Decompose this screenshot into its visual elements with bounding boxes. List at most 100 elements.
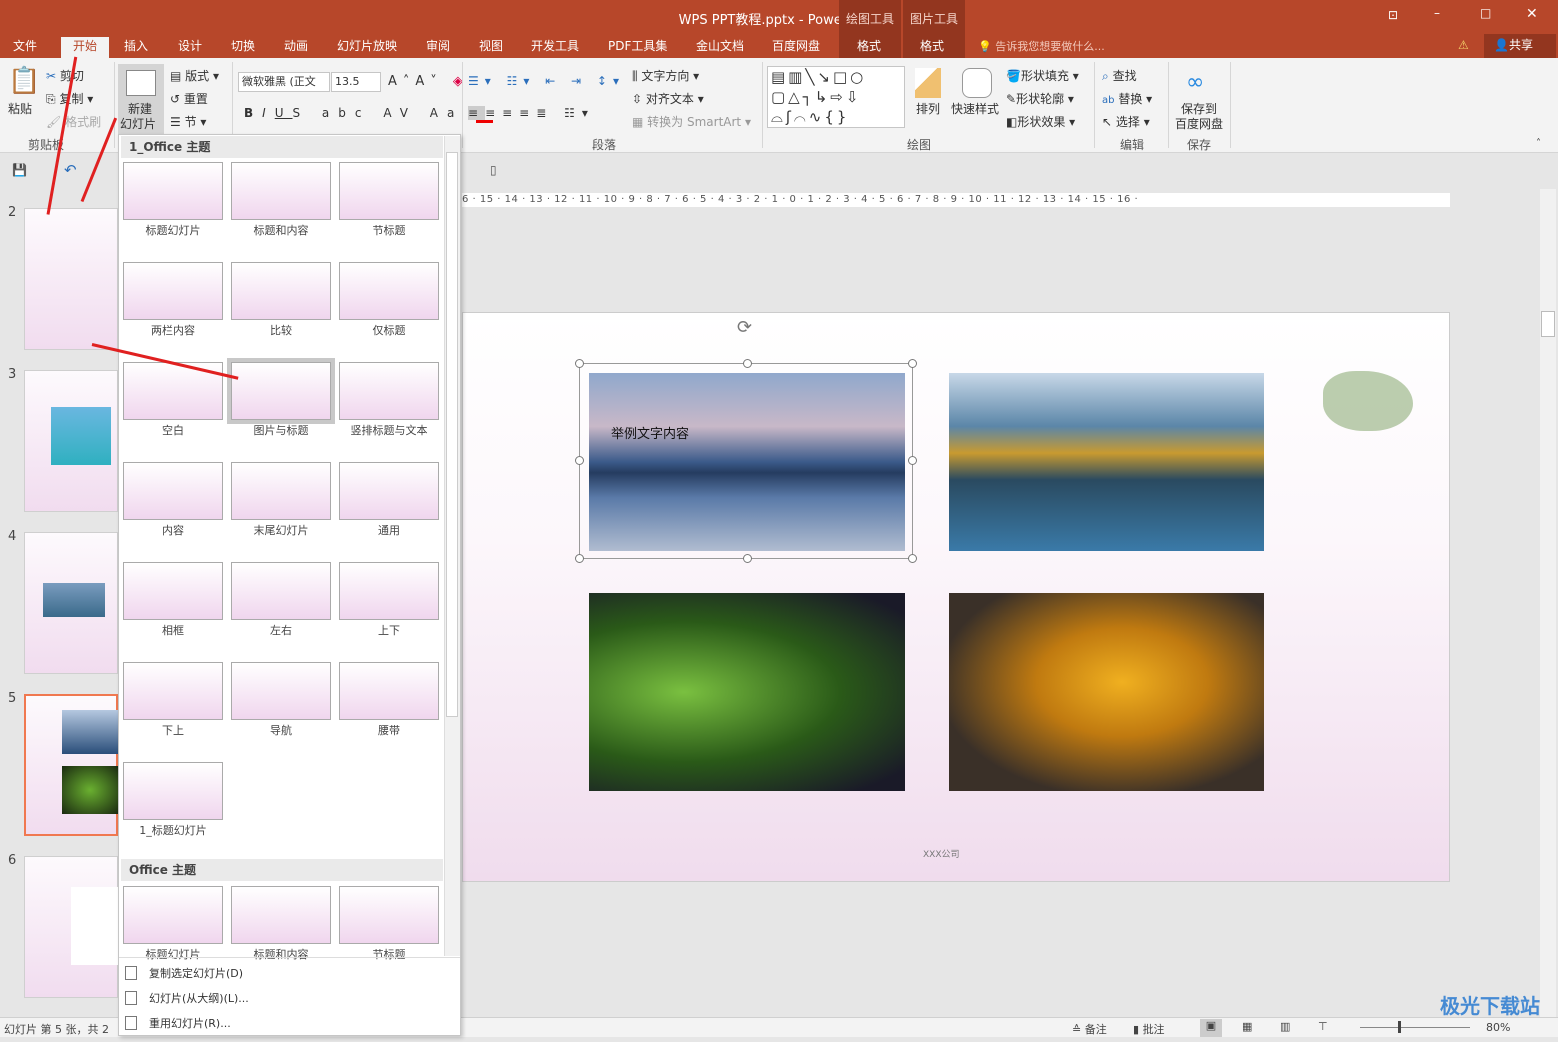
tab-home[interactable]: 开始: [61, 37, 109, 58]
zoom-slider[interactable]: [1360, 1021, 1470, 1033]
list-buttons[interactable]: ☰▾ ☷▾ ⇤ ⇥ ↕▾: [468, 74, 625, 88]
layout-thumbnail[interactable]: [123, 462, 223, 520]
layout-thumbnail[interactable]: [123, 162, 223, 220]
resize-handle[interactable]: [908, 554, 917, 563]
layout-thumbnail[interactable]: [123, 562, 223, 620]
slide-icon[interactable]: ▯: [490, 163, 497, 177]
layout-thumbnail[interactable]: [339, 362, 439, 420]
menu-reuse-slides[interactable]: 重用幻灯片(R)...: [149, 1015, 231, 1031]
ribbon-display-icon[interactable]: ⊡: [1388, 8, 1398, 22]
layout-thumbnail[interactable]: [231, 262, 331, 320]
gallery-scrollbar[interactable]: [444, 136, 460, 956]
resize-handle[interactable]: [575, 456, 584, 465]
tab-developer[interactable]: 开发工具: [523, 37, 587, 58]
reset-button[interactable]: ↺ 重置: [170, 90, 208, 107]
resize-handle[interactable]: [908, 456, 917, 465]
slide-thumbnail[interactable]: [24, 208, 118, 350]
photo-green-leaves[interactable]: [589, 593, 905, 791]
paste-icon[interactable]: 📋: [8, 66, 40, 96]
layout-thumbnail[interactable]: [123, 262, 223, 320]
menu-duplicate-slide[interactable]: 复制选定幻灯片(D): [149, 965, 243, 981]
photo-maple-leaf[interactable]: [949, 593, 1264, 791]
text-direction-button[interactable]: ⫼ 文字方向 ▾: [632, 67, 699, 84]
layout-thumbnail[interactable]: [339, 262, 439, 320]
scroll-thumb[interactable]: [446, 152, 458, 717]
photo-lake-forest[interactable]: [949, 373, 1264, 551]
layout-thumbnail[interactable]: [339, 886, 439, 944]
tab-transitions[interactable]: 切换: [223, 37, 263, 58]
zoom-slider-thumb[interactable]: [1398, 1021, 1401, 1033]
layout-thumbnail[interactable]: [339, 462, 439, 520]
resize-handle[interactable]: [575, 359, 584, 368]
minimize-icon[interactable]: –: [1434, 6, 1440, 20]
layout-thumbnail[interactable]: [123, 662, 223, 720]
layout-thumbnail[interactable]: [231, 662, 331, 720]
slide-thumbnail[interactable]: [24, 370, 118, 512]
section-button[interactable]: ☰ 节 ▾: [170, 113, 206, 130]
reading-view-icon[interactable]: ▥: [1280, 1020, 1290, 1033]
rotate-handle-icon[interactable]: ⟳: [737, 317, 752, 338]
font-size-select[interactable]: 13.5: [331, 72, 381, 92]
layout-thumbnail[interactable]: [123, 762, 223, 820]
align-text-button[interactable]: ⇳ 对齐文本 ▾: [632, 90, 704, 107]
align-buttons[interactable]: ≡≡≡≡≣ ☷▾: [468, 106, 595, 120]
menu-slides-from-outline[interactable]: 幻灯片(从大纲)(L)...: [149, 990, 249, 1006]
layout-button[interactable]: ▤ 版式 ▾: [170, 67, 219, 84]
slideshow-icon[interactable]: ⊤: [1318, 1020, 1328, 1033]
format-painter-button[interactable]: 🖌 格式刷: [46, 113, 101, 130]
paste-button[interactable]: 粘贴: [8, 100, 32, 117]
resize-handle[interactable]: [908, 359, 917, 368]
layout-thumbnail[interactable]: [231, 562, 331, 620]
tab-animations[interactable]: 动画: [276, 37, 316, 58]
layout-thumbnail[interactable]: [231, 462, 331, 520]
shapes-gallery[interactable]: ▤▥╲↘□○ ▢△┐↳⇨⇩ ⌓ʃ⌒∿{}: [767, 66, 905, 128]
layout-thumbnail[interactable]: [339, 662, 439, 720]
layout-thumbnail[interactable]: [227, 358, 335, 424]
font-grow-shrink-buttons[interactable]: A˄A˅ ◈: [388, 74, 469, 89]
tab-view[interactable]: 视图: [471, 37, 511, 58]
quick-styles-button[interactable]: 快速样式: [951, 100, 999, 117]
slide-thumbnail[interactable]: [24, 856, 119, 998]
scroll-thumb[interactable]: [1541, 311, 1555, 337]
undo-icon[interactable]: ↶: [64, 161, 77, 179]
select-button[interactable]: ↖ 选择 ▾: [1102, 113, 1150, 130]
tab-insert[interactable]: 插入: [116, 37, 156, 58]
save-icon[interactable]: 💾: [12, 163, 27, 177]
layout-thumbnail[interactable]: [231, 162, 331, 220]
vertical-scrollbar[interactable]: [1540, 189, 1556, 1017]
shape-outline-button[interactable]: ✎形状轮廓 ▾: [1006, 90, 1074, 107]
notes-button[interactable]: ≙ 备注: [1072, 1021, 1107, 1037]
resize-handle[interactable]: [743, 359, 752, 368]
resize-handle[interactable]: [575, 554, 584, 563]
slide-sorter-icon[interactable]: ▦: [1242, 1020, 1252, 1033]
layout-thumbnail[interactable]: [339, 562, 439, 620]
slide-thumbnail[interactable]: [24, 532, 118, 674]
collapse-ribbon-icon[interactable]: ˄: [1536, 138, 1541, 149]
zoom-level[interactable]: 80%: [1486, 1021, 1510, 1034]
normal-view-icon[interactable]: ▣: [1200, 1019, 1222, 1037]
font-format-buttons[interactable]: BIUS abc AV Aa A: [244, 106, 494, 123]
share-button[interactable]: 👤共享: [1484, 34, 1556, 58]
smartart-button[interactable]: ▦ 转换为 SmartArt ▾: [632, 113, 751, 130]
replace-button[interactable]: ab 替换 ▾: [1102, 90, 1152, 107]
slide-thumbnail-selected[interactable]: [24, 694, 118, 836]
layout-thumbnail[interactable]: [123, 886, 223, 944]
tell-me-search[interactable]: 💡 告诉我您想要做什么...: [978, 38, 1105, 54]
shape-fill-button[interactable]: 🪣形状填充 ▾: [1006, 67, 1079, 84]
comments-button[interactable]: ▮ 批注: [1133, 1021, 1165, 1037]
maximize-icon[interactable]: □: [1480, 6, 1491, 20]
tab-kdocs[interactable]: 金山文档: [688, 37, 752, 58]
tab-review[interactable]: 审阅: [418, 37, 458, 58]
tab-pdf[interactable]: PDF工具集: [600, 37, 675, 58]
new-slide-button[interactable]: 新建 幻灯片: [118, 64, 164, 134]
arrange-button[interactable]: 排列: [916, 100, 940, 117]
tab-slideshow[interactable]: 幻灯片放映: [329, 37, 405, 58]
cut-button[interactable]: ✂ 剪切: [46, 67, 84, 84]
tab-drawing-format[interactable]: 格式: [849, 37, 889, 58]
font-name-select[interactable]: 微软雅黑 (正文: [238, 72, 330, 92]
layout-thumbnail[interactable]: [339, 162, 439, 220]
close-icon[interactable]: ✕: [1526, 6, 1538, 22]
tab-design[interactable]: 设计: [170, 37, 210, 58]
find-button[interactable]: ⌕ 查找: [1102, 67, 1137, 84]
tab-picture-format[interactable]: 格式: [912, 37, 952, 58]
